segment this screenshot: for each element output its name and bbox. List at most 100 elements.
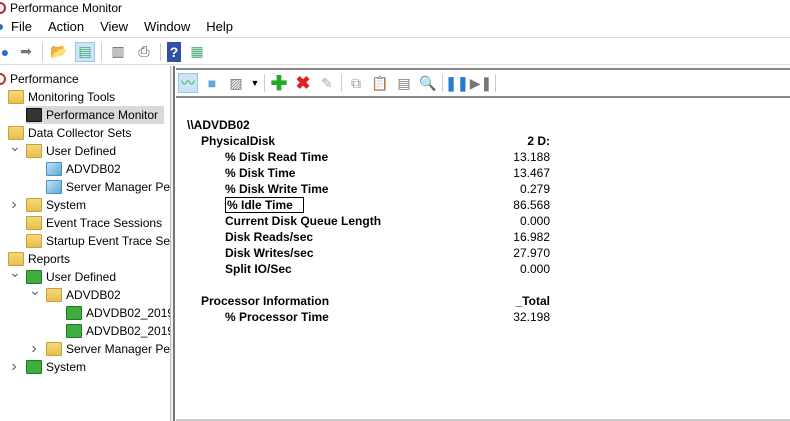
- counter-name[interactable]: Current Disk Queue Length: [225, 213, 381, 229]
- chevron-right-icon[interactable]: ›: [9, 196, 19, 214]
- back-icon[interactable]: ●: [0, 42, 10, 62]
- chevron-right-icon[interactable]: ›: [9, 358, 19, 376]
- tree-item-label: User Defined: [46, 144, 117, 158]
- toolbar-separator: [495, 74, 496, 92]
- tree-item[interactable]: Monitoring Tools: [8, 88, 115, 106]
- counter-name[interactable]: % Disk Read Time: [225, 149, 328, 165]
- counter-label: Current Disk Queue Length: [225, 214, 382, 228]
- tree-item-label: Server Manager Performance Monitor: [66, 342, 170, 356]
- tree-item-label: System: [46, 360, 87, 374]
- counter-label: Disk Writes/sec: [225, 246, 314, 260]
- counter-name[interactable]: % Idle Time: [225, 197, 304, 213]
- view-graph-icon[interactable]: 〰: [178, 73, 198, 93]
- counter-label: % Disk Read Time: [225, 150, 329, 164]
- menu-bar: File Action View Window Help: [0, 16, 790, 38]
- tree-item[interactable]: › System: [11, 196, 87, 214]
- tree-item[interactable]: ADVDB02: [46, 160, 121, 178]
- counter-label: % Processor Time: [225, 310, 329, 324]
- tree-item[interactable]: Performance: [0, 70, 79, 88]
- tree-item-label: Reports: [28, 252, 71, 266]
- chevron-down-icon[interactable]: ▼: [250, 73, 260, 93]
- help-icon[interactable]: ?: [167, 41, 181, 62]
- counter-name[interactable]: % Disk Time: [225, 165, 295, 181]
- counter-name[interactable]: Split IO/Sec: [225, 261, 292, 277]
- tree-item[interactable]: ⌄ ADVDB02: [29, 282, 121, 304]
- toolbar-separator: [160, 42, 161, 61]
- menu-action[interactable]: Action: [40, 19, 92, 34]
- pane-splitter[interactable]: [170, 66, 175, 421]
- freeze-display-icon[interactable]: ❚❚: [445, 73, 468, 93]
- toolbar-separator: [101, 42, 102, 61]
- folder-icon: [26, 144, 42, 158]
- copy-properties-icon[interactable]: ⧉: [346, 73, 366, 93]
- tree-item[interactable]: ⌄ User Defined: [9, 138, 117, 160]
- counter-label: % Disk Write Time: [225, 182, 329, 196]
- view-histogram-icon[interactable]: ■: [202, 73, 222, 93]
- report-view: \\ADVDB02 PhysicalDisk 2 D: % Disk Read Tim…: [176, 100, 790, 418]
- performance-icon: [0, 73, 6, 85]
- show-hide-tree-icon[interactable]: ▤: [75, 41, 95, 62]
- counter-name[interactable]: % Processor Time: [225, 309, 329, 325]
- highlight-icon[interactable]: ✎: [317, 73, 337, 93]
- counter-value: 13.188: [513, 150, 550, 164]
- counter-value: 0.000: [519, 214, 550, 228]
- data-collector-icon: [46, 162, 62, 176]
- counter-label: Split IO/Sec: [225, 262, 292, 276]
- tree-item[interactable]: Startup Event Trace Sessions: [26, 232, 170, 250]
- add-counter-icon[interactable]: ✚: [269, 73, 289, 95]
- chevron-right-icon[interactable]: ›: [29, 340, 39, 358]
- toolbar-separator: [42, 42, 43, 61]
- tree-item-label: ADVDB02_20190: [86, 324, 170, 338]
- tree-item[interactable]: Event Trace Sessions: [26, 214, 162, 232]
- tree-item[interactable]: Server Manager Performance Monitor: [46, 178, 170, 196]
- window-title: Performance Monitor: [10, 0, 123, 15]
- object-name: Processor Information: [201, 294, 330, 308]
- update-data-icon[interactable]: ▶❚: [470, 73, 493, 93]
- tree-item-label: User Defined: [46, 270, 117, 284]
- tree-item-label: Data Collector Sets: [28, 126, 132, 140]
- counter-name[interactable]: Disk Writes/sec: [225, 245, 314, 261]
- counter-value: 16.982: [513, 230, 550, 244]
- counter-value: 27.970: [513, 246, 550, 260]
- menu-view[interactable]: View: [92, 19, 136, 34]
- counter-value: 13.467: [513, 166, 550, 180]
- counter-name[interactable]: % Disk Write Time: [225, 181, 329, 197]
- chevron-down-icon[interactable]: ⌄: [29, 282, 41, 299]
- tree-item-label: System: [46, 198, 87, 212]
- instance-name: 2 D:: [527, 134, 550, 148]
- up-folder-icon[interactable]: 📂: [49, 42, 69, 62]
- folder-icon: [26, 234, 42, 248]
- tree-item[interactable]: Data Collector Sets: [8, 124, 131, 142]
- tree-item-label: Startup Event Trace Sessions: [46, 234, 170, 248]
- menu-help[interactable]: Help: [198, 19, 241, 34]
- menu-window[interactable]: Window: [136, 19, 198, 34]
- paste-counter-list-icon[interactable]: 📋: [370, 73, 390, 93]
- tree-item-label: ADVDB02_20190: [86, 306, 170, 320]
- chevron-down-icon[interactable]: ⌄: [9, 264, 21, 281]
- object-name: PhysicalDisk: [201, 134, 276, 148]
- counter-name[interactable]: Disk Reads/sec: [225, 229, 313, 245]
- chevron-down-icon[interactable]: ⌄: [9, 138, 21, 155]
- action-pane-icon[interactable]: ▦: [187, 42, 207, 62]
- menu-file[interactable]: File: [3, 19, 40, 34]
- properties-icon[interactable]: ▥: [108, 42, 128, 62]
- tree-item-label: ADVDB02: [66, 162, 121, 176]
- zoom-icon[interactable]: 🔍: [418, 73, 438, 93]
- print-icon[interactable]: ⎙: [134, 42, 154, 62]
- counter-value: 0.000: [519, 262, 550, 276]
- tree-item[interactable]: › Server Manager Performance Monitor: [31, 340, 170, 358]
- forward-icon[interactable]: ➡: [16, 42, 36, 62]
- tree-item[interactable]: ADVDB02_20190: [66, 304, 170, 322]
- tree-item-label: Performance: [10, 72, 79, 86]
- perfmon-app-icon: [0, 1, 6, 14]
- folder-icon: [26, 198, 42, 212]
- counter-label: Disk Reads/sec: [225, 230, 314, 244]
- change-graph-type-icon[interactable]: ▨: [226, 73, 246, 93]
- delete-counter-icon[interactable]: ✖: [293, 73, 313, 93]
- tree-item[interactable]: ADVDB02_20190: [66, 322, 170, 340]
- tree-item[interactable]: Performance Monitor: [26, 106, 165, 124]
- tree-item[interactable]: › System: [11, 358, 87, 376]
- report-icon: [66, 306, 82, 320]
- report-icon: [66, 324, 82, 338]
- properties-icon[interactable]: ▤: [394, 73, 414, 93]
